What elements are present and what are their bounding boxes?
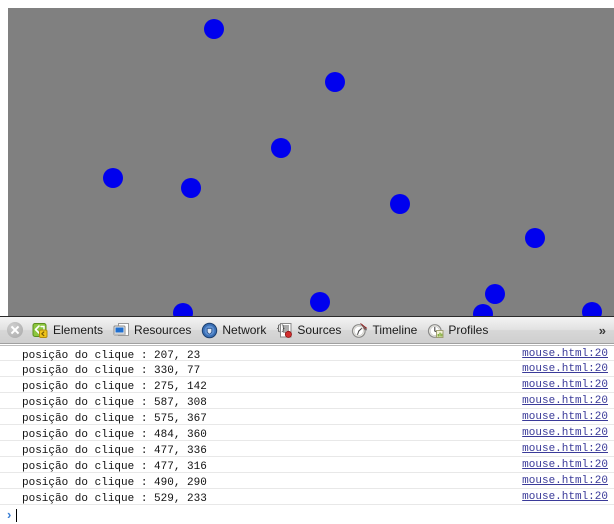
tab-resources[interactable]: Resources	[110, 318, 198, 343]
tab-label: Timeline	[372, 323, 418, 337]
canvas-dot	[173, 303, 193, 316]
console-log-source-link[interactable]: mouse.html:20	[522, 393, 608, 409]
tab-elements[interactable]: Elements	[29, 318, 110, 343]
canvas-dot	[525, 228, 545, 248]
console-log-source-link[interactable]: mouse.html:20	[522, 441, 608, 457]
canvas-dot	[103, 168, 123, 188]
console-log-row: posição do clique : 490, 290 mouse.html:2…	[0, 473, 614, 489]
prompt-arrow-icon: ›	[7, 507, 12, 522]
console-log-row: posição do clique : 587, 308 mouse.html:2…	[0, 393, 614, 409]
elements-icon	[32, 322, 49, 339]
canvas-dot	[582, 302, 602, 316]
canvas-dot	[325, 72, 345, 92]
devtools-toolbar: Elements Resources Network {} Sources Timelin…	[0, 317, 614, 344]
console-log-source-link[interactable]: mouse.html:20	[522, 409, 608, 425]
canvas-dot	[271, 138, 291, 158]
sources-icon: {}	[276, 322, 293, 339]
tab-network[interactable]: Network	[198, 318, 273, 343]
console-log-message: posição do clique : 484, 360	[22, 429, 207, 441]
canvas-dot	[473, 304, 493, 316]
canvas-dot	[310, 292, 330, 312]
click-canvas[interactable]	[8, 8, 614, 316]
console-log-message: posição do clique : 330, 77	[22, 365, 201, 377]
tab-label: Elements	[53, 323, 104, 337]
console-panel[interactable]: posição do clique : 207, 23 mouse.html:20…	[0, 345, 614, 524]
overflow-chevron-icon[interactable]: »	[599, 323, 606, 338]
console-log-row: posição do clique : 477, 316 mouse.html:2…	[0, 457, 614, 473]
console-log-source-link[interactable]: mouse.html:20	[522, 377, 608, 393]
console-log-message: posição do clique : 477, 316	[22, 461, 207, 473]
canvas-dot	[390, 194, 410, 214]
resources-icon	[113, 322, 130, 339]
console-log-row: posição do clique : 275, 142 mouse.html:2…	[0, 377, 614, 393]
tab-label: Profiles	[448, 323, 489, 337]
timeline-icon	[351, 322, 368, 339]
console-log-message: posição do clique : 587, 308	[22, 397, 207, 409]
network-icon	[201, 322, 218, 339]
console-prompt-row[interactable]: ›	[0, 505, 614, 524]
tab-label: Resources	[134, 323, 192, 337]
console-log-source-link[interactable]: mouse.html:20	[522, 361, 608, 377]
console-log-source-link[interactable]: mouse.html:20	[522, 489, 608, 505]
canvas-dot	[485, 284, 505, 304]
console-log-message: posição do clique : 477, 336	[22, 445, 207, 457]
console-log-row: posição do clique : 575, 367 mouse.html:2…	[0, 409, 614, 425]
canvas-dot	[181, 178, 201, 198]
console-log-source-link[interactable]: mouse.html:20	[522, 425, 608, 441]
console-log-message: posição do clique : 575, 367	[22, 413, 207, 425]
tab-timeline[interactable]: Timeline	[348, 318, 424, 343]
console-log-message: posição do clique : 529, 233	[22, 493, 207, 505]
console-log-row: posição do clique : 529, 233 mouse.html:2…	[0, 489, 614, 505]
console-log-row: posição do clique : 207, 23 mouse.html:20	[0, 345, 614, 362]
svg-text:{}: {}	[277, 323, 286, 332]
page-viewport	[0, 0, 614, 316]
console-log-source-link[interactable]: mouse.html:20	[522, 457, 608, 473]
browser-window: Elements Resources Network {} Sources Timelin…	[0, 0, 614, 524]
console-input-caret	[16, 508, 18, 522]
devtools-tabs: Elements Resources Network {} Sources Timelin…	[29, 318, 495, 343]
console-log-message: posição do clique : 490, 290	[22, 477, 207, 489]
close-icon[interactable]	[7, 322, 23, 338]
console-log-row: posição do clique : 477, 336 mouse.html:2…	[0, 441, 614, 457]
canvas-dot	[204, 19, 224, 39]
tab-sources[interactable]: {} Sources	[273, 318, 348, 343]
devtools-panel: Elements Resources Network {} Sources Timelin…	[0, 316, 614, 524]
console-log-source-link[interactable]: mouse.html:20	[522, 346, 608, 362]
console-log-source-link[interactable]: mouse.html:20	[522, 473, 608, 489]
console-log-message: posição do clique : 275, 142	[22, 381, 207, 393]
console-log-list: posição do clique : 207, 23 mouse.html:20…	[0, 345, 614, 505]
console-log-row: posição do clique : 330, 77 mouse.html:20	[0, 361, 614, 377]
tab-profiles[interactable]: Profiles	[424, 318, 495, 343]
tab-label: Sources	[297, 323, 342, 337]
tab-label: Network	[222, 323, 267, 337]
profiles-icon	[427, 322, 444, 339]
console-log-row: posição do clique : 484, 360 mouse.html:2…	[0, 425, 614, 441]
